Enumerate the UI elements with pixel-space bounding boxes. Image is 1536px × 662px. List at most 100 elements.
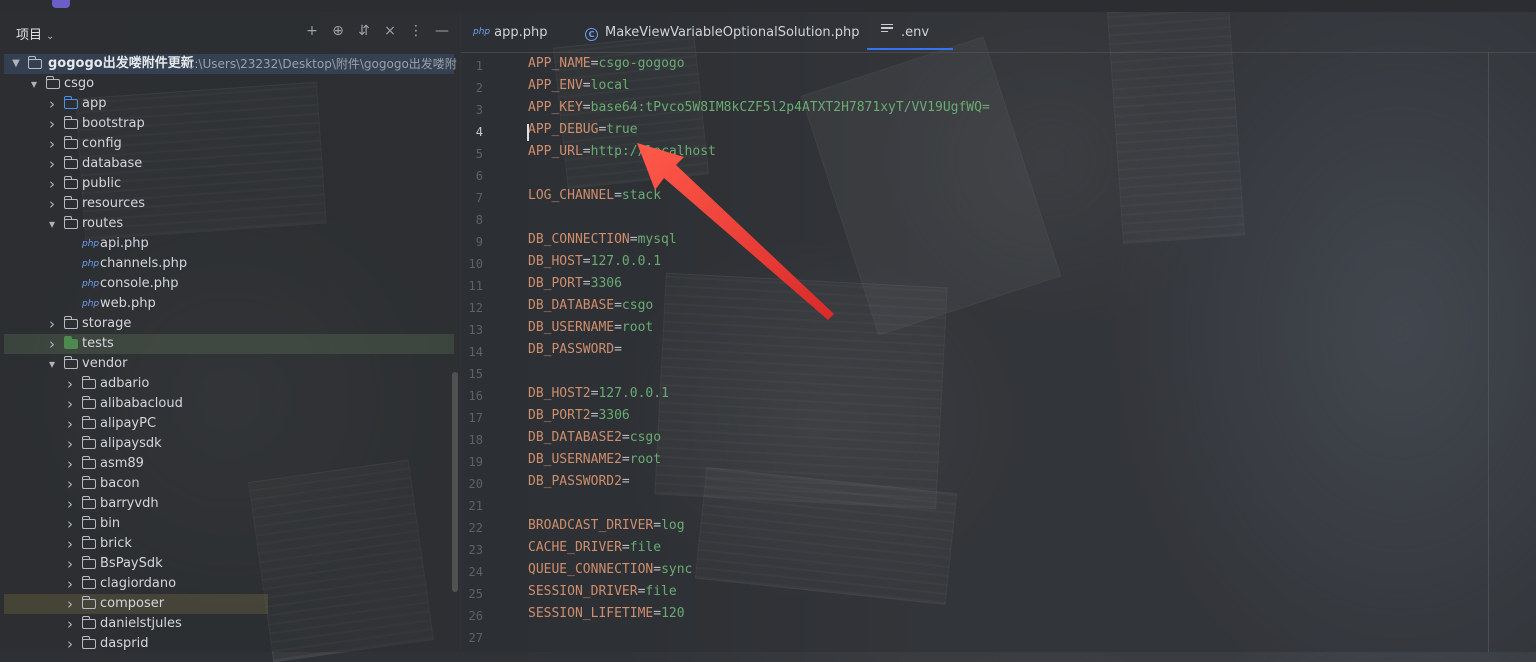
tree-item-brick[interactable]: › brick (4, 534, 454, 554)
tree-item-bin[interactable]: › bin (4, 514, 454, 534)
tree-item-console-php[interactable]: php console.php (4, 274, 454, 294)
tree-item-csgo[interactable]: ▾ csgo (4, 74, 454, 94)
code-line[interactable]: DB_DATABASE=csgo (528, 298, 653, 313)
line-number: 23 (468, 543, 483, 557)
tree-item-dasprid[interactable]: › dasprid (4, 634, 454, 654)
tab-make-view-variable[interactable]: C MakeViewVariableOptionalSolution.php (585, 12, 860, 52)
tree-item-bacon[interactable]: › bacon (4, 474, 454, 494)
tree-item-clagiordano[interactable]: › clagiordano (4, 574, 454, 594)
tree-item-vendor[interactable]: ▾ vendor (4, 354, 454, 374)
tab-env[interactable]: .env (867, 12, 953, 50)
code-line[interactable]: DB_USERNAME2=root (528, 452, 661, 467)
chevron-down-icon[interactable]: ▼ (10, 54, 22, 74)
tree-scrollbar[interactable] (452, 372, 458, 592)
tree-item-label: channels.php (100, 256, 188, 271)
tab-app-php[interactable]: php app.php (473, 12, 548, 52)
chevron-right-icon[interactable]: › (64, 614, 76, 634)
chevron-right-icon[interactable]: › (46, 94, 58, 114)
tree-root[interactable]: ▼ gogogo出发喽附件更新 C:\Users\23232\Desktop\附… (4, 54, 457, 74)
chevron-right-icon[interactable]: › (64, 514, 76, 534)
code-line[interactable]: APP_KEY=base64:tPvco5W8IM8kCZF5l2p4ATXT2… (528, 100, 990, 115)
tree-item-bootstrap[interactable]: › bootstrap (4, 114, 454, 134)
project-panel-header: 项目 ⌄ + ⊕ ⇵ × ⋮ — (0, 12, 460, 52)
tab-label: .env (901, 25, 930, 40)
tree-item-api-php[interactable]: php api.php (4, 234, 454, 254)
chevron-down-icon[interactable]: ▾ (46, 214, 58, 234)
chevron-right-icon[interactable]: › (46, 114, 58, 134)
code-line[interactable]: APP_NAME=csgo-gogogo (528, 56, 685, 71)
code-line[interactable]: DB_PORT=3306 (528, 276, 622, 291)
tree-item-config[interactable]: › config (4, 134, 454, 154)
chevron-right-icon[interactable]: › (64, 374, 76, 394)
code-line[interactable]: CACHE_DRIVER=file (528, 540, 661, 555)
chevron-right-icon[interactable]: › (64, 394, 76, 414)
tree-item-public[interactable]: › public (4, 174, 454, 194)
tree-item-adbario[interactable]: › adbario (4, 374, 454, 394)
chevron-right-icon[interactable]: › (46, 174, 58, 194)
chevron-right-icon[interactable]: › (64, 594, 76, 614)
code-line[interactable]: DB_PASSWORD2= (528, 474, 630, 489)
code-line[interactable]: LOG_CHANNEL=stack (528, 188, 661, 203)
tree-item-label: adbario (100, 376, 150, 391)
code-line[interactable]: QUEUE_CONNECTION=sync (528, 562, 692, 577)
tree-item-barryvdh[interactable]: › barryvdh (4, 494, 454, 514)
chevron-right-icon[interactable]: › (64, 474, 76, 494)
chevron-right-icon[interactable]: › (46, 154, 58, 174)
chevron-right-icon[interactable]: › (64, 454, 76, 474)
code-line[interactable]: DB_PORT2=3306 (528, 408, 630, 423)
chevron-right-icon[interactable]: › (64, 414, 76, 434)
tree-item-composer[interactable]: › composer (4, 594, 268, 614)
equals-sign: = (614, 320, 622, 335)
tree-item-app[interactable]: › app (4, 94, 454, 114)
chevron-right-icon[interactable]: › (46, 134, 58, 154)
tree-item-bspaysdk[interactable]: › BsPaySdk (4, 554, 454, 574)
more-icon[interactable]: ⋮ (408, 22, 424, 40)
code-line[interactable]: APP_DEBUG=true (527, 122, 638, 141)
tree-item-routes[interactable]: ▾ routes (4, 214, 454, 234)
tree-item-web-php[interactable]: php web.php (4, 294, 454, 314)
add-icon[interactable]: + (304, 22, 320, 40)
collapse-icon[interactable]: × (382, 22, 398, 40)
chevron-right-icon[interactable]: › (46, 334, 58, 354)
chevron-down-icon[interactable]: ⌄ (46, 31, 54, 42)
code-line[interactable]: APP_URL=http://localhost (528, 144, 716, 159)
code-line[interactable]: DB_PASSWORD= (528, 342, 622, 357)
tree-item-alibabacloud[interactable]: › alibabacloud (4, 394, 454, 414)
code-line[interactable]: SESSION_DRIVER=file (528, 584, 677, 599)
chevron-down-icon[interactable]: ▾ (28, 74, 40, 94)
tree-item-tests[interactable]: › tests (4, 334, 454, 354)
chevron-down-icon[interactable]: ▾ (46, 354, 58, 374)
tree-item-database[interactable]: › database (4, 154, 454, 174)
tree-item-storage[interactable]: › storage (4, 314, 454, 334)
code-line[interactable]: DB_USERNAME=root (528, 320, 653, 335)
tree-item-label: routes (82, 216, 124, 231)
locate-icon[interactable]: ⊕ (330, 22, 346, 40)
tree-item-alipaypc[interactable]: › alipayPC (4, 414, 454, 434)
chevron-right-icon[interactable]: › (46, 314, 58, 334)
tree-item-danielstjules[interactable]: › danielstjules (4, 614, 454, 634)
chevron-right-icon[interactable]: › (64, 634, 76, 654)
env-key: SESSION_DRIVER (528, 584, 638, 599)
code-line[interactable]: DB_CONNECTION=mysql (528, 232, 677, 247)
tree-item-alipaysdk[interactable]: › alipaysdk (4, 434, 454, 454)
code-line[interactable]: SESSION_LIFETIME=120 (528, 606, 685, 621)
chevron-right-icon[interactable]: › (64, 574, 76, 594)
tree-item-channels-php[interactable]: php channels.php (4, 254, 454, 274)
code-line[interactable]: DB_HOST=127.0.0.1 (528, 254, 661, 269)
expand-icon[interactable]: ⇵ (356, 22, 372, 40)
tree-item-label: bacon (100, 476, 140, 491)
chevron-right-icon[interactable]: › (64, 534, 76, 554)
chevron-right-icon[interactable]: › (64, 494, 76, 514)
chevron-right-icon[interactable]: › (64, 434, 76, 454)
env-value: true (606, 122, 638, 137)
hide-icon[interactable]: — (434, 22, 450, 40)
code-line[interactable]: DB_DATABASE2=csgo (528, 430, 661, 445)
code-line[interactable]: BROADCAST_DRIVER=log (528, 518, 685, 533)
tree-item-asm89[interactable]: › asm89 (4, 454, 454, 474)
chevron-right-icon[interactable]: › (64, 554, 76, 574)
code-line[interactable]: APP_ENV=local (528, 78, 630, 93)
code-line[interactable]: DB_HOST2=127.0.0.1 (528, 386, 669, 401)
chevron-right-icon[interactable]: › (46, 194, 58, 214)
tree-item-resources[interactable]: › resources (4, 194, 454, 214)
project-view-selector[interactable]: 项目 ⌄ (16, 24, 54, 43)
